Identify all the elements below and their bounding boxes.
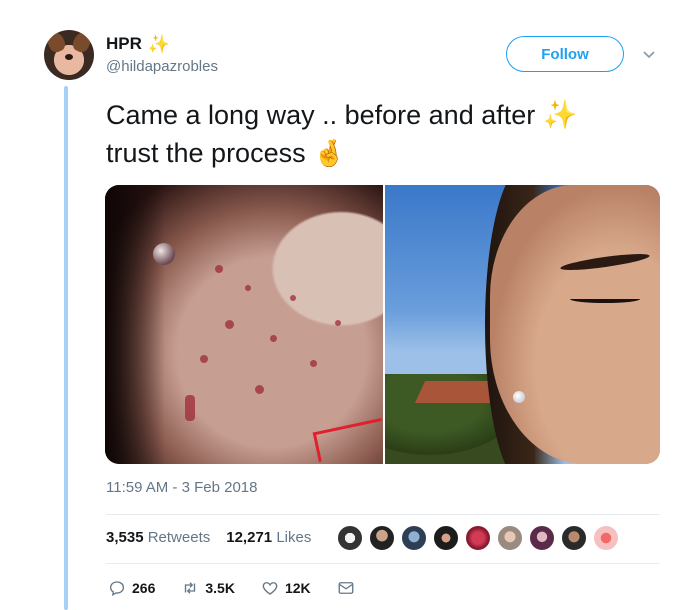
retweet-count: 3.5K <box>205 580 235 596</box>
sparkles-icon: ✨ <box>147 34 171 54</box>
reply-count: 266 <box>132 580 156 596</box>
crossed-fingers-icon: 🤞 <box>313 138 346 168</box>
envelope-icon <box>338 582 354 594</box>
timestamp[interactable]: 11:59 AM - 3 Feb 2018 <box>106 479 258 496</box>
like-button[interactable]: 12K <box>261 579 311 597</box>
tweet-actions: 266 3.5K 12K <box>108 579 381 597</box>
tweet-text: Came a long way .. before and after ✨ tr… <box>106 96 666 172</box>
acne-spot <box>255 385 264 394</box>
acne-spot <box>245 285 251 291</box>
retweets-count: 3,535 <box>106 529 144 546</box>
liker-avatar[interactable] <box>592 524 620 552</box>
photo-after[interactable] <box>385 185 660 464</box>
chevron-down-icon[interactable] <box>640 45 658 63</box>
tweet-media[interactable] <box>105 185 660 464</box>
retweets-label: Retweets <box>147 529 211 546</box>
display-name[interactable]: HPR <box>106 34 142 54</box>
eyelash <box>570 295 640 303</box>
author-name-row[interactable]: HPR ✨ <box>106 34 170 54</box>
liker-avatar[interactable] <box>432 524 460 552</box>
acne-spot <box>200 355 208 363</box>
divider <box>106 563 660 564</box>
divider <box>106 514 660 515</box>
acne-spot <box>185 395 195 421</box>
photo-before[interactable] <box>105 185 388 464</box>
acne-spot <box>335 320 341 326</box>
face <box>490 185 660 464</box>
acne-spot <box>225 320 234 329</box>
follow-button[interactable]: Follow <box>506 36 624 72</box>
liker-avatar[interactable] <box>464 524 492 552</box>
avatar-ear-left <box>44 30 68 55</box>
heart-icon <box>262 582 278 595</box>
avatar[interactable] <box>44 30 94 80</box>
acne-spot <box>290 295 296 301</box>
retweet-icon <box>185 582 196 594</box>
tweet-text-line-1: Came a long way .. before and after <box>106 100 536 130</box>
likes-count: 12,271 <box>226 529 273 546</box>
reply-icon <box>109 581 125 597</box>
acne-spot <box>310 360 317 367</box>
sparkles-icon: ✨ <box>542 99 578 130</box>
direct-message-button[interactable] <box>337 579 355 597</box>
retweet-button[interactable]: 3.5K <box>181 579 235 597</box>
likes-stat[interactable]: 12,271 Likes <box>226 529 311 546</box>
photo-shadow <box>105 185 165 464</box>
liker-avatar[interactable] <box>496 524 524 552</box>
liker-avatar[interactable] <box>528 524 556 552</box>
earring-stud <box>513 391 525 403</box>
likes-label: Likes <box>276 529 312 546</box>
acne-spot <box>270 335 277 342</box>
reply-button[interactable]: 266 <box>108 579 155 597</box>
avatar-ear-right <box>70 30 94 55</box>
liker-avatars <box>336 524 620 552</box>
red-scribble <box>312 418 388 462</box>
retweets-stat[interactable]: 3,535 Retweets <box>106 529 210 546</box>
like-count: 12K <box>284 580 311 596</box>
engagement-stats: 3,535 Retweets 12,271 Likes <box>106 529 311 546</box>
avatar-nose <box>65 54 73 60</box>
earring <box>153 243 175 265</box>
liker-avatar[interactable] <box>560 524 588 552</box>
tweet-text-line-2: trust the process <box>106 138 306 168</box>
liker-avatar[interactable] <box>368 524 396 552</box>
thread-line <box>64 86 68 610</box>
acne-spot <box>215 265 223 273</box>
liker-avatar[interactable] <box>336 524 364 552</box>
liker-avatar[interactable] <box>400 524 428 552</box>
user-handle[interactable]: @hildapazrobles <box>106 58 218 75</box>
